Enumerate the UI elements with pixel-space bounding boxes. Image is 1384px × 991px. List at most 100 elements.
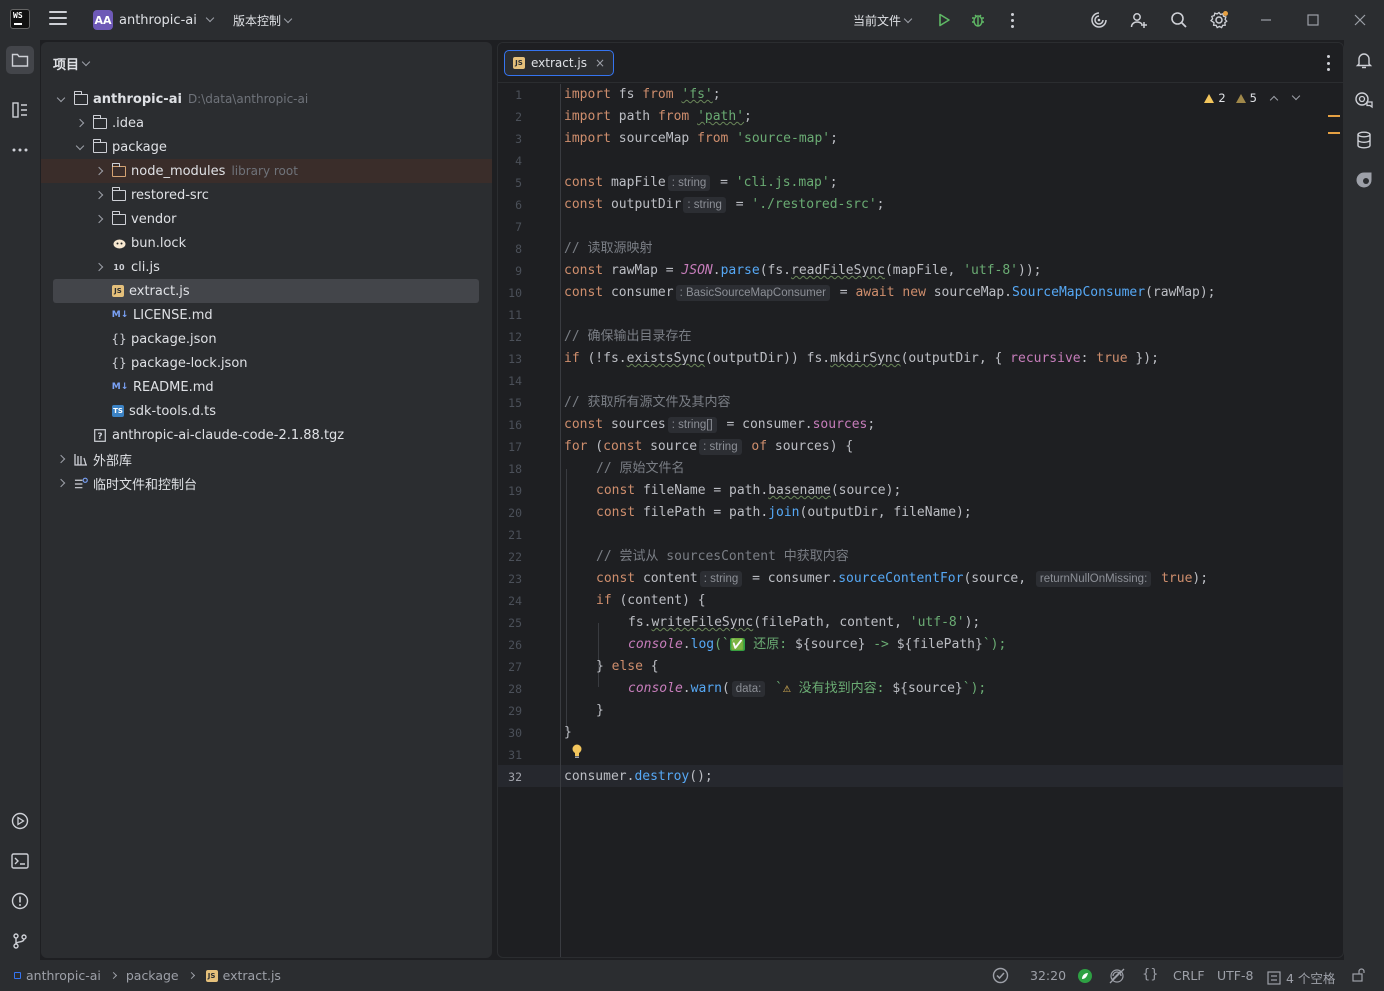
tree-item-cli-js[interactable]: 10 cli.js xyxy=(94,255,159,279)
chevron-down-icon[interactable] xyxy=(1291,91,1301,101)
ai-disabled-icon[interactable] xyxy=(1109,968,1125,987)
line-number[interactable]: 27 xyxy=(498,660,522,674)
expand-arrow-icon[interactable] xyxy=(56,454,66,464)
git-tool-button[interactable] xyxy=(6,927,34,955)
tree-item-external-libraries[interactable]: 外部库 xyxy=(56,447,132,471)
tree-item-extract-js[interactable]: JS extract.js xyxy=(53,279,479,303)
run-tool-button[interactable] xyxy=(6,807,34,835)
terminal-tool-button[interactable] xyxy=(6,847,34,875)
spring-leaf-icon[interactable] xyxy=(1077,968,1093,987)
line-number[interactable]: 1 xyxy=(498,88,522,102)
close-icon[interactable] xyxy=(1349,9,1371,31)
line-number[interactable]: 23 xyxy=(498,572,522,586)
line-number[interactable]: 19 xyxy=(498,484,522,498)
add-user-icon[interactable] xyxy=(1128,9,1150,31)
code-line-30[interactable]: } xyxy=(564,722,572,744)
settings-icon[interactable] xyxy=(1208,9,1230,31)
code-line-17[interactable]: for (const source: string of sources) { xyxy=(564,436,853,458)
line-number[interactable]: 21 xyxy=(498,528,522,542)
expand-arrow-icon[interactable] xyxy=(56,94,66,104)
file-encoding[interactable]: UTF-8 xyxy=(1217,968,1253,983)
database-button[interactable] xyxy=(1350,126,1378,154)
line-separator[interactable]: CRLF xyxy=(1173,968,1205,983)
debug-icon[interactable] xyxy=(967,9,989,31)
line-number[interactable]: 14 xyxy=(498,374,522,388)
project-panel-header[interactable]: 项目 xyxy=(53,54,91,73)
line-number[interactable]: 3 xyxy=(498,132,522,146)
expand-arrow-icon[interactable] xyxy=(94,214,104,224)
line-number[interactable]: 2 xyxy=(498,110,522,124)
code-line-24[interactable]: if (content) { xyxy=(596,590,706,612)
code-line-19[interactable]: const fileName = path.basename(source); xyxy=(596,480,901,502)
ai-chat-button[interactable] xyxy=(1350,86,1378,114)
line-number[interactable]: 26 xyxy=(498,638,522,652)
lightbulb-icon[interactable] xyxy=(571,743,583,759)
line-number[interactable]: 12 xyxy=(498,330,522,344)
tab-more-icon[interactable] xyxy=(1327,55,1331,71)
code-line-16[interactable]: const sources: string[] = consumer.sourc… xyxy=(564,414,875,436)
breadcrumb-item[interactable]: anthropic-ai xyxy=(26,968,101,983)
breadcrumb-item[interactable]: package xyxy=(126,968,179,983)
line-number[interactable]: 8 xyxy=(498,242,522,256)
tree-item-package[interactable]: package xyxy=(75,135,167,159)
expand-arrow-icon[interactable] xyxy=(94,262,104,272)
expand-arrow-icon[interactable] xyxy=(75,142,85,152)
tree-item-node-modules[interactable]: node_modules library root xyxy=(41,159,492,183)
line-number[interactable]: 9 xyxy=(498,264,522,278)
line-number[interactable]: 16 xyxy=(498,418,522,432)
line-number[interactable]: 11 xyxy=(498,308,522,322)
more-icon[interactable] xyxy=(1001,9,1023,31)
tree-item-sdk-tools-dts[interactable]: TS sdk-tools.d.ts xyxy=(112,399,216,423)
line-number[interactable]: 32 xyxy=(498,770,522,784)
tree-item-scratches[interactable]: 临时文件和控制台 xyxy=(56,471,197,495)
line-number[interactable]: 24 xyxy=(498,594,522,608)
code-line-23[interactable]: const content: string = consumer.sourceC… xyxy=(596,568,1208,590)
code-line-1[interactable]: import fs from 'fs'; xyxy=(564,84,721,106)
minimize-icon[interactable] xyxy=(1255,9,1277,31)
inspection-widget[interactable]: 2 5 xyxy=(1204,91,1301,105)
tab-extract-js[interactable]: JS extract.js × xyxy=(504,50,615,76)
code-line-2[interactable]: import path from 'path'; xyxy=(564,106,752,128)
code-line-25[interactable]: fs.writeFileSync(filePath, content, 'utf… xyxy=(628,612,980,634)
code-line-22[interactable]: // 尝试从 sourcesContent 中获取内容 xyxy=(596,546,849,568)
structure-tool-button[interactable] xyxy=(6,96,34,124)
code-line-15[interactable]: // 获取所有源文件及其内容 xyxy=(564,392,730,414)
more-tools-button[interactable] xyxy=(6,136,34,164)
code-line-18[interactable]: // 原始文件名 xyxy=(596,458,684,480)
expand-arrow-icon[interactable] xyxy=(94,190,104,200)
chevron-up-icon[interactable] xyxy=(1269,95,1279,105)
lock-open-icon[interactable] xyxy=(1352,968,1366,985)
code-line-32[interactable]: consumer.destroy(); xyxy=(564,766,713,788)
tab-close-icon[interactable]: × xyxy=(595,56,605,70)
search-icon[interactable] xyxy=(1168,9,1190,31)
tree-item-idea[interactable]: .idea xyxy=(75,111,144,135)
tree-item-package-json[interactable]: {} package.json xyxy=(111,327,216,351)
line-number[interactable]: 29 xyxy=(498,704,522,718)
line-number[interactable]: 6 xyxy=(498,198,522,212)
code-line-29[interactable]: } xyxy=(596,700,604,722)
tree-item-vendor[interactable]: vendor xyxy=(94,207,176,231)
tree-item-readme-md[interactable]: M↓ README.md xyxy=(112,375,214,399)
line-number[interactable]: 7 xyxy=(498,220,522,234)
line-number[interactable]: 17 xyxy=(498,440,522,454)
expand-arrow-icon[interactable] xyxy=(94,166,104,176)
line-number[interactable]: 30 xyxy=(498,726,522,740)
breadcrumb-item[interactable]: extract.js xyxy=(223,968,281,983)
tree-item-restored-src[interactable]: restored-src xyxy=(94,183,209,207)
code-line-5[interactable]: const mapFile: string = 'cli.js.map'; xyxy=(564,172,838,194)
project-switcher[interactable]: AA anthropic-ai xyxy=(93,8,215,32)
code-line-13[interactable]: if (!fs.existsSync(outputDir)) fs.mkdirS… xyxy=(564,348,1159,370)
tree-item-bun-lock[interactable]: bun.lock xyxy=(112,231,186,255)
tree-item-anthropic-ai[interactable]: anthropic-ai D:\data\anthropic-ai xyxy=(56,87,308,111)
code-line-28[interactable]: console.warn(data: `⚠ 没有找到内容: ${source}`… xyxy=(628,678,986,700)
line-number[interactable]: 20 xyxy=(498,506,522,520)
cursor-position[interactable]: 32:20 xyxy=(1030,968,1066,983)
ai-icon[interactable] xyxy=(1088,9,1110,31)
line-number[interactable]: 31 xyxy=(498,748,522,762)
project-tool-button[interactable] xyxy=(6,46,34,74)
run-config-selector[interactable]: 当前文件 xyxy=(853,12,913,29)
code-line-12[interactable]: // 确保输出目录存在 xyxy=(564,326,691,348)
tree-item-package-lock-json[interactable]: {} package-lock.json xyxy=(111,351,247,375)
expand-arrow-icon[interactable] xyxy=(75,118,85,128)
code-line-26[interactable]: console.log(`✅ 还原: ${source} -> ${filePa… xyxy=(628,634,1006,656)
